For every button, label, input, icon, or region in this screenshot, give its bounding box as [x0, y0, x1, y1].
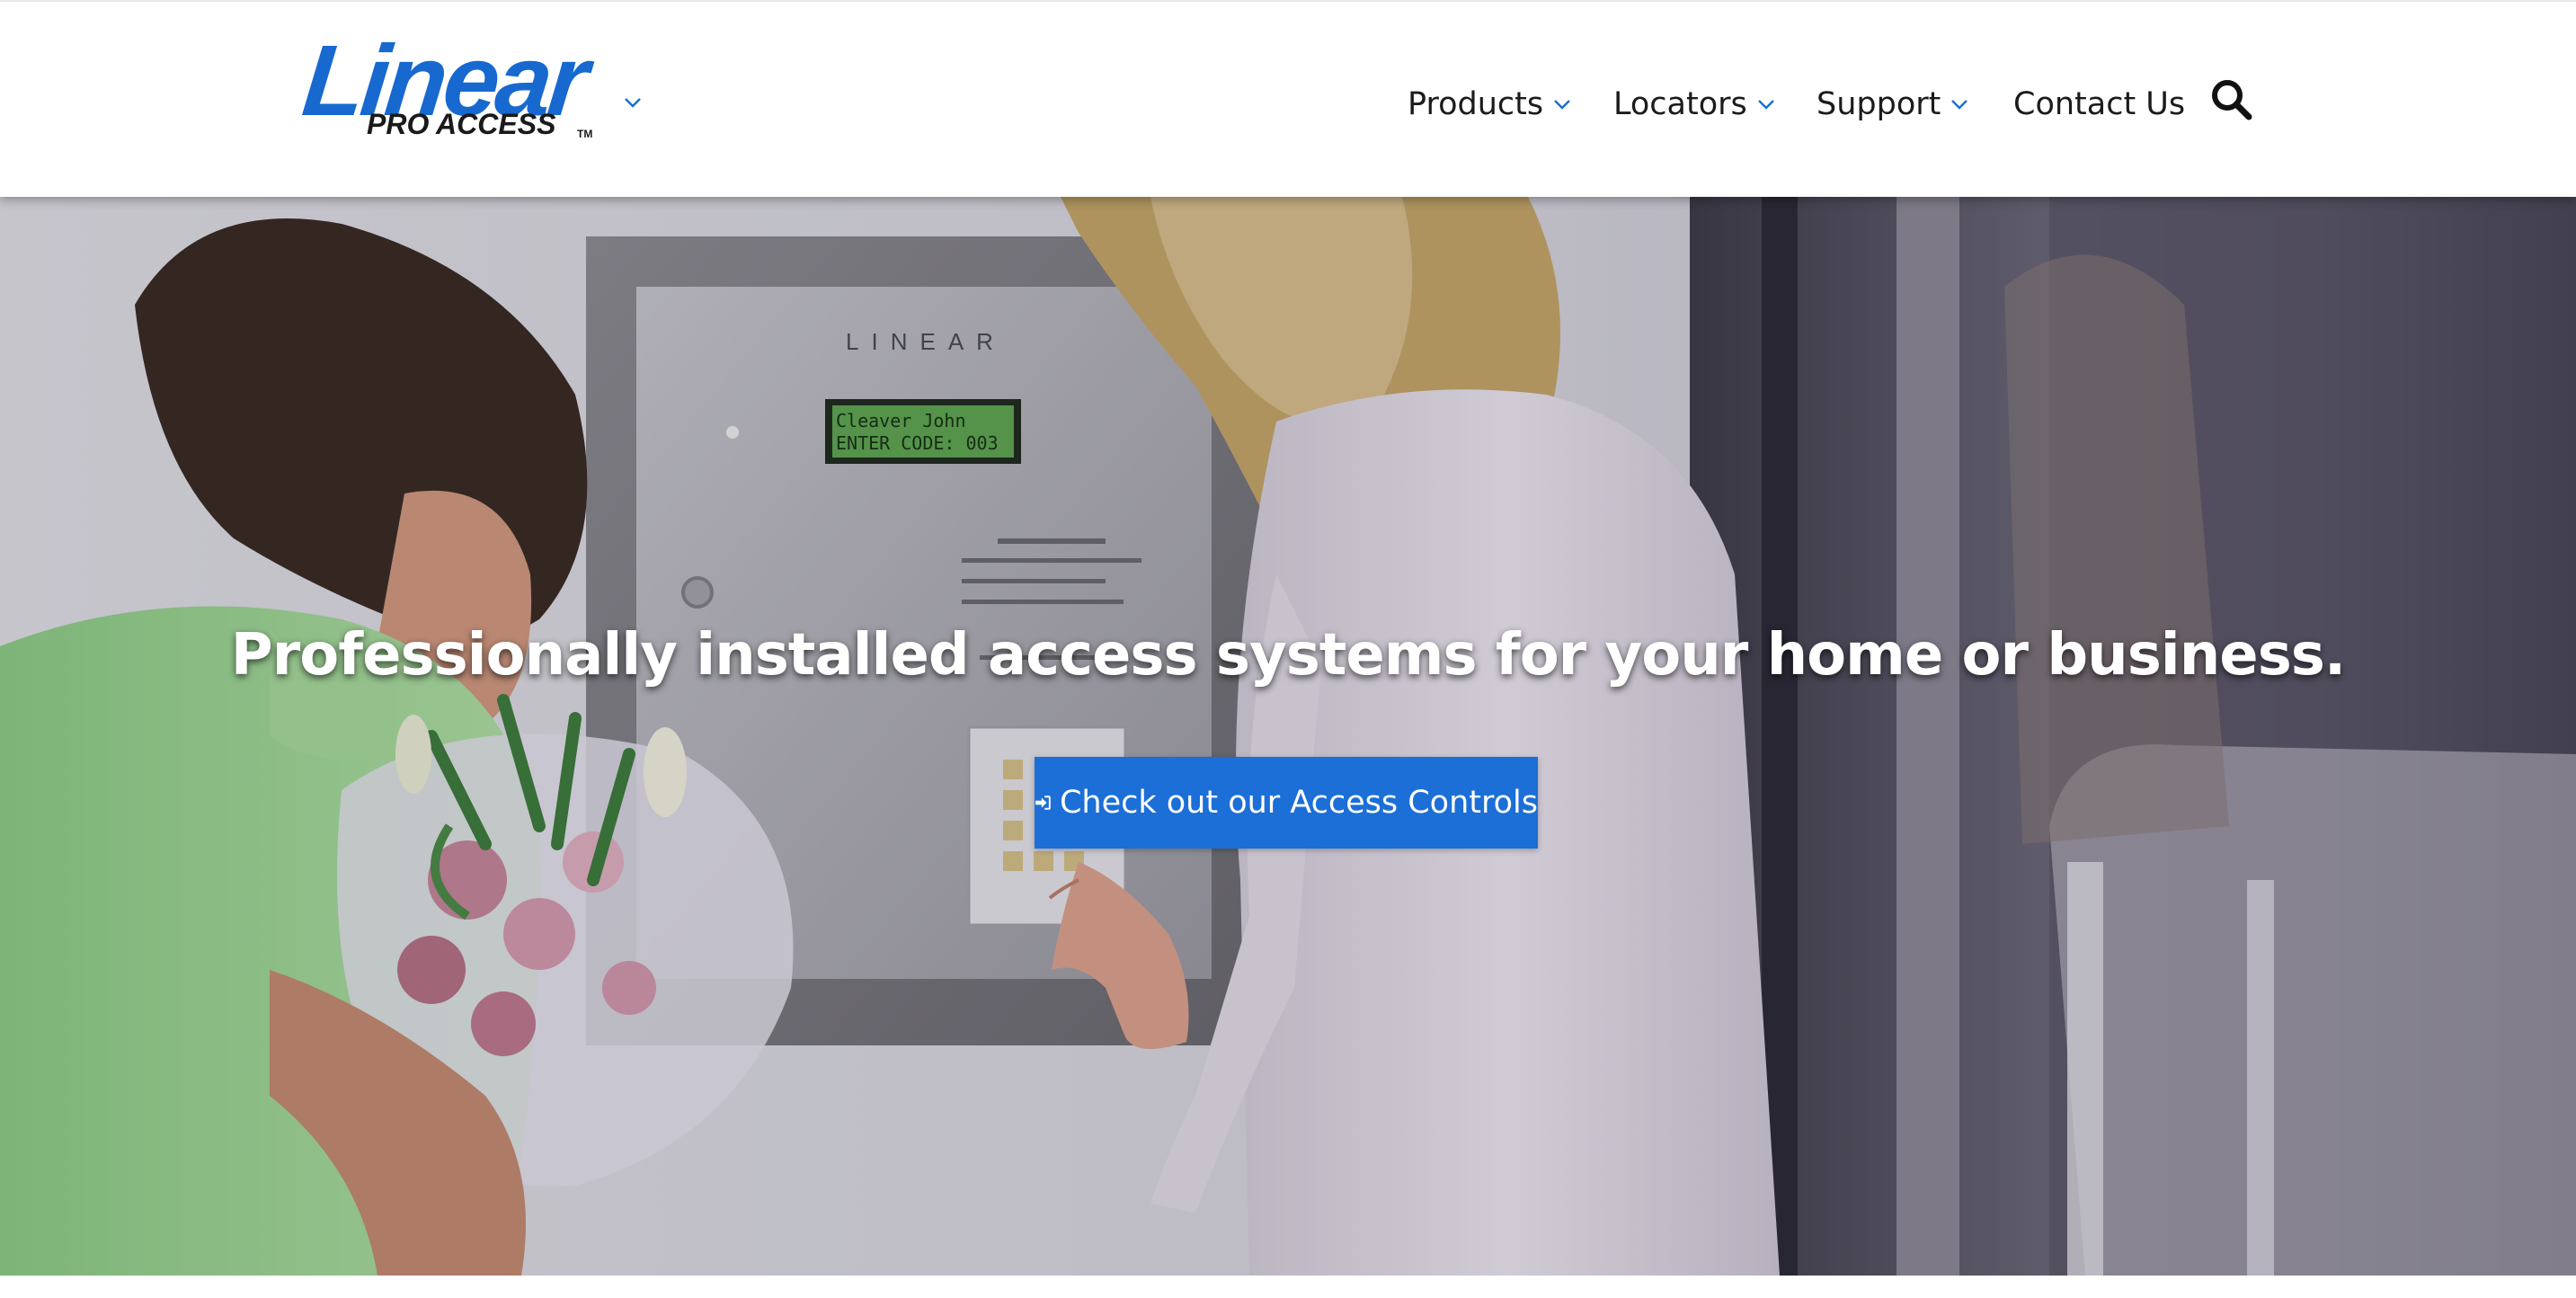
- site-header: Linear PRO ACCESS TM Products Locators S…: [0, 0, 2576, 197]
- hero-banner: LINEAR Cleaver John ENTER CODE: 003 Prof…: [0, 197, 2576, 1276]
- chevron-down-icon: [1757, 100, 1774, 110]
- nav-label: Products: [1408, 86, 1544, 122]
- nav-item-support[interactable]: Support: [1817, 77, 1969, 131]
- headline-bold-part: Professionally installed: [230, 621, 970, 689]
- chevron-down-icon[interactable]: [622, 92, 644, 113]
- nav-item-products[interactable]: Products: [1408, 77, 1572, 131]
- nav-label: Support: [1817, 86, 1941, 122]
- linear-pro-access-logo[interactable]: Linear PRO ACCESS TM: [298, 24, 597, 142]
- nav-item-locators[interactable]: Locators: [1613, 77, 1776, 131]
- cta-label: Check out our Access Controls: [1059, 785, 1538, 821]
- chevron-down-icon: [1951, 100, 1968, 110]
- headline-bold-part: home: [1766, 621, 1944, 689]
- search-icon[interactable]: [2209, 77, 2254, 122]
- page-bottom-strip: [0, 1276, 2576, 1298]
- headline-part: access systems for your: [968, 621, 1767, 689]
- hero-overlay: [0, 197, 2576, 1276]
- access-controls-cta-button[interactable]: Check out our Access Controls: [1035, 757, 1538, 849]
- nav-item-contact-us[interactable]: Contact Us: [2013, 77, 2185, 131]
- sign-in-icon: [1035, 796, 1051, 810]
- nav-label: Locators: [1613, 86, 1747, 122]
- headline-part: or: [1942, 621, 2047, 689]
- headline-part: .: [2323, 621, 2346, 689]
- nav-label: Contact Us: [2013, 86, 2186, 122]
- logo-trademark: TM: [577, 128, 593, 140]
- logo-subtitle: PRO ACCESS: [367, 108, 556, 140]
- hero-headline: Professionally installed access systems …: [0, 622, 2576, 689]
- headline-bold-part: business: [2047, 621, 2325, 689]
- chevron-down-icon: [1554, 100, 1570, 110]
